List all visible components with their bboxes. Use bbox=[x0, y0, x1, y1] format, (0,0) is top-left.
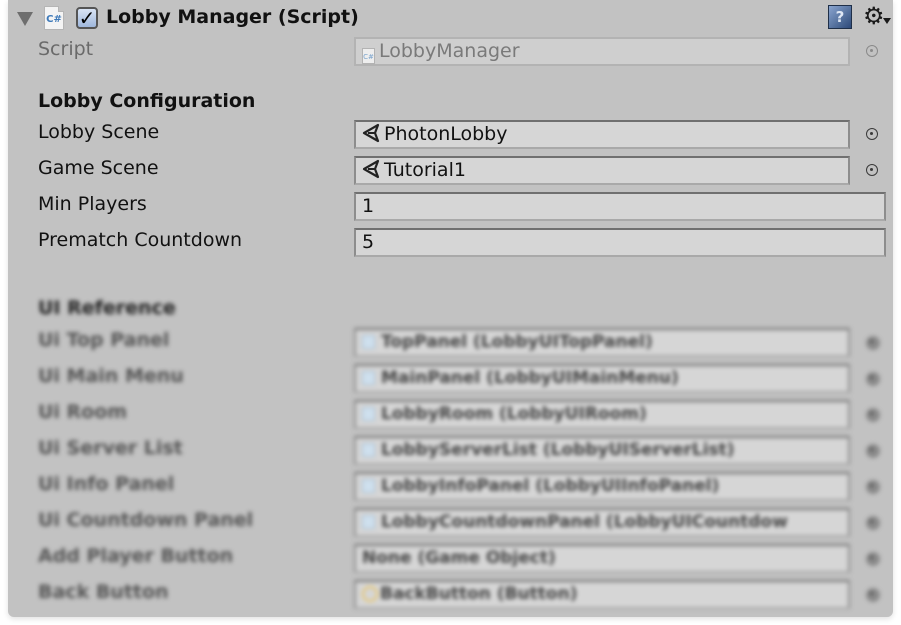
field-label: Ui Countdown Panel bbox=[38, 509, 254, 531]
unity-scene-icon bbox=[362, 159, 380, 179]
field-label: Back Button bbox=[38, 581, 169, 603]
object-picker-icon[interactable] bbox=[866, 128, 878, 140]
field-value: LobbyServerList (LobbyUIServerList) bbox=[381, 440, 735, 460]
ui-reference-section: UI Reference Ui Top Panel TopPanel (Lobb… bbox=[8, 282, 893, 617]
section-header-row: Lobby Configuration bbox=[8, 87, 893, 117]
object-picker-icon[interactable] bbox=[866, 480, 880, 494]
add-player-button-row: Add Player Button None (Game Object) bbox=[8, 542, 893, 573]
foldout-triangle-icon[interactable] bbox=[17, 12, 33, 26]
object-picker-icon[interactable] bbox=[866, 516, 880, 530]
lobby-manager-component: C# ✓ Lobby Manager (Script) ? ⚙ Script C… bbox=[8, 0, 893, 617]
game-object-icon bbox=[362, 515, 375, 529]
object-picker-icon[interactable] bbox=[866, 408, 880, 422]
back-button-row: Back Button BackButton (Button) bbox=[8, 578, 893, 609]
script-label: Script bbox=[38, 38, 94, 60]
field-label: Ui Server List bbox=[38, 437, 183, 459]
section-header: Lobby Configuration bbox=[38, 90, 256, 112]
object-picker-icon bbox=[866, 45, 878, 57]
field-label: Ui Main Menu bbox=[38, 365, 184, 387]
component-title: Lobby Manager (Script) bbox=[106, 6, 359, 28]
object-picker-icon[interactable] bbox=[866, 372, 880, 386]
section-header-row: UI Reference bbox=[8, 294, 893, 324]
field-value: BackButton (Button) bbox=[380, 584, 578, 604]
field-value: TopPanel (LobbyUITopPanel) bbox=[381, 332, 653, 352]
ui-room-row: Ui Room LobbyRoom (LobbyUIRoom) bbox=[8, 398, 893, 429]
game-scene-field[interactable]: Tutorial1 bbox=[354, 156, 850, 185]
ui-info-panel-row: Ui Info Panel LobbyInfoPanel (LobbyUIInf… bbox=[8, 470, 893, 501]
field-value: MainPanel (LobbyUIMainMenu) bbox=[381, 368, 679, 388]
game-scene-row: Game Scene Tutorial1 bbox=[8, 154, 893, 185]
csharp-script-icon: C# bbox=[362, 48, 375, 64]
add-player-button-field[interactable]: None (Game Object) bbox=[354, 544, 850, 573]
object-picker-icon[interactable] bbox=[866, 444, 880, 458]
csharp-script-icon: C# bbox=[44, 6, 64, 30]
field-label: Ui Room bbox=[38, 401, 128, 423]
ui-top-panel-row: Ui Top Panel TopPanel (LobbyUITopPanel) bbox=[8, 326, 893, 357]
button-icon bbox=[362, 586, 378, 602]
prematch-countdown-label: Prematch Countdown bbox=[38, 229, 243, 251]
ui-countdown-panel-field[interactable]: LobbyCountdownPanel (LobbyUICountdow bbox=[354, 508, 850, 537]
component-enabled-checkbox[interactable]: ✓ bbox=[76, 7, 98, 29]
min-players-input[interactable]: 1 bbox=[354, 192, 886, 221]
lobby-scene-value: PhotonLobby bbox=[384, 123, 508, 145]
field-value: LobbyCountdownPanel (LobbyUICountdow bbox=[381, 512, 788, 532]
unity-scene-icon bbox=[362, 123, 380, 143]
game-object-icon bbox=[362, 371, 375, 385]
game-object-icon bbox=[362, 479, 375, 493]
section-header: UI Reference bbox=[38, 297, 176, 319]
lobby-scene-label: Lobby Scene bbox=[38, 121, 160, 143]
object-picker-icon[interactable] bbox=[866, 552, 880, 566]
ui-room-field[interactable]: LobbyRoom (LobbyUIRoom) bbox=[354, 400, 850, 429]
object-picker-icon[interactable] bbox=[866, 164, 878, 176]
lobby-scene-field[interactable]: PhotonLobby bbox=[354, 120, 850, 149]
ui-server-list-field[interactable]: LobbyServerList (LobbyUIServerList) bbox=[354, 436, 850, 465]
object-picker-icon[interactable] bbox=[866, 588, 880, 602]
prematch-countdown-input[interactable]: 5 bbox=[354, 228, 886, 257]
game-object-icon bbox=[362, 443, 375, 457]
lobby-scene-row: Lobby Scene PhotonLobby bbox=[8, 118, 893, 149]
prematch-countdown-row: Prematch Countdown 5 bbox=[8, 226, 893, 257]
component-header: C# ✓ Lobby Manager (Script) ? ⚙ bbox=[8, 0, 893, 38]
min-players-label: Min Players bbox=[38, 193, 147, 215]
ui-top-panel-field[interactable]: TopPanel (LobbyUITopPanel) bbox=[354, 328, 850, 357]
field-label: Ui Info Panel bbox=[38, 473, 175, 495]
ui-server-list-row: Ui Server List LobbyServerList (LobbyUIS… bbox=[8, 434, 893, 465]
field-value: LobbyInfoPanel (LobbyUIInfoPanel) bbox=[381, 476, 720, 496]
gear-dropdown-caret-icon[interactable] bbox=[883, 18, 891, 24]
ui-main-menu-row: Ui Main Menu MainPanel (LobbyUIMainMenu) bbox=[8, 362, 893, 393]
ui-info-panel-field[interactable]: LobbyInfoPanel (LobbyUIInfoPanel) bbox=[354, 472, 850, 501]
field-label: Ui Top Panel bbox=[38, 329, 170, 351]
ui-countdown-panel-row: Ui Countdown Panel LobbyCountdownPanel (… bbox=[8, 506, 893, 537]
game-scene-value: Tutorial1 bbox=[384, 159, 466, 181]
game-scene-label: Game Scene bbox=[38, 157, 159, 179]
script-field: C# LobbyManager bbox=[354, 37, 850, 66]
back-button-field[interactable]: BackButton (Button) bbox=[354, 580, 850, 609]
game-object-icon bbox=[362, 407, 375, 421]
gear-icon[interactable]: ⚙ bbox=[863, 3, 885, 29]
ui-main-menu-field[interactable]: MainPanel (LobbyUIMainMenu) bbox=[354, 364, 850, 393]
object-picker-icon[interactable] bbox=[866, 336, 880, 350]
script-value: LobbyManager bbox=[379, 40, 520, 62]
script-row: Script C# LobbyManager bbox=[8, 35, 893, 66]
field-label: Add Player Button bbox=[38, 545, 234, 567]
help-book-icon[interactable]: ? bbox=[828, 5, 852, 29]
field-value: None (Game Object) bbox=[362, 548, 556, 568]
min-players-row: Min Players 1 bbox=[8, 190, 893, 221]
game-object-icon bbox=[362, 335, 375, 349]
field-value: LobbyRoom (LobbyUIRoom) bbox=[381, 404, 647, 424]
